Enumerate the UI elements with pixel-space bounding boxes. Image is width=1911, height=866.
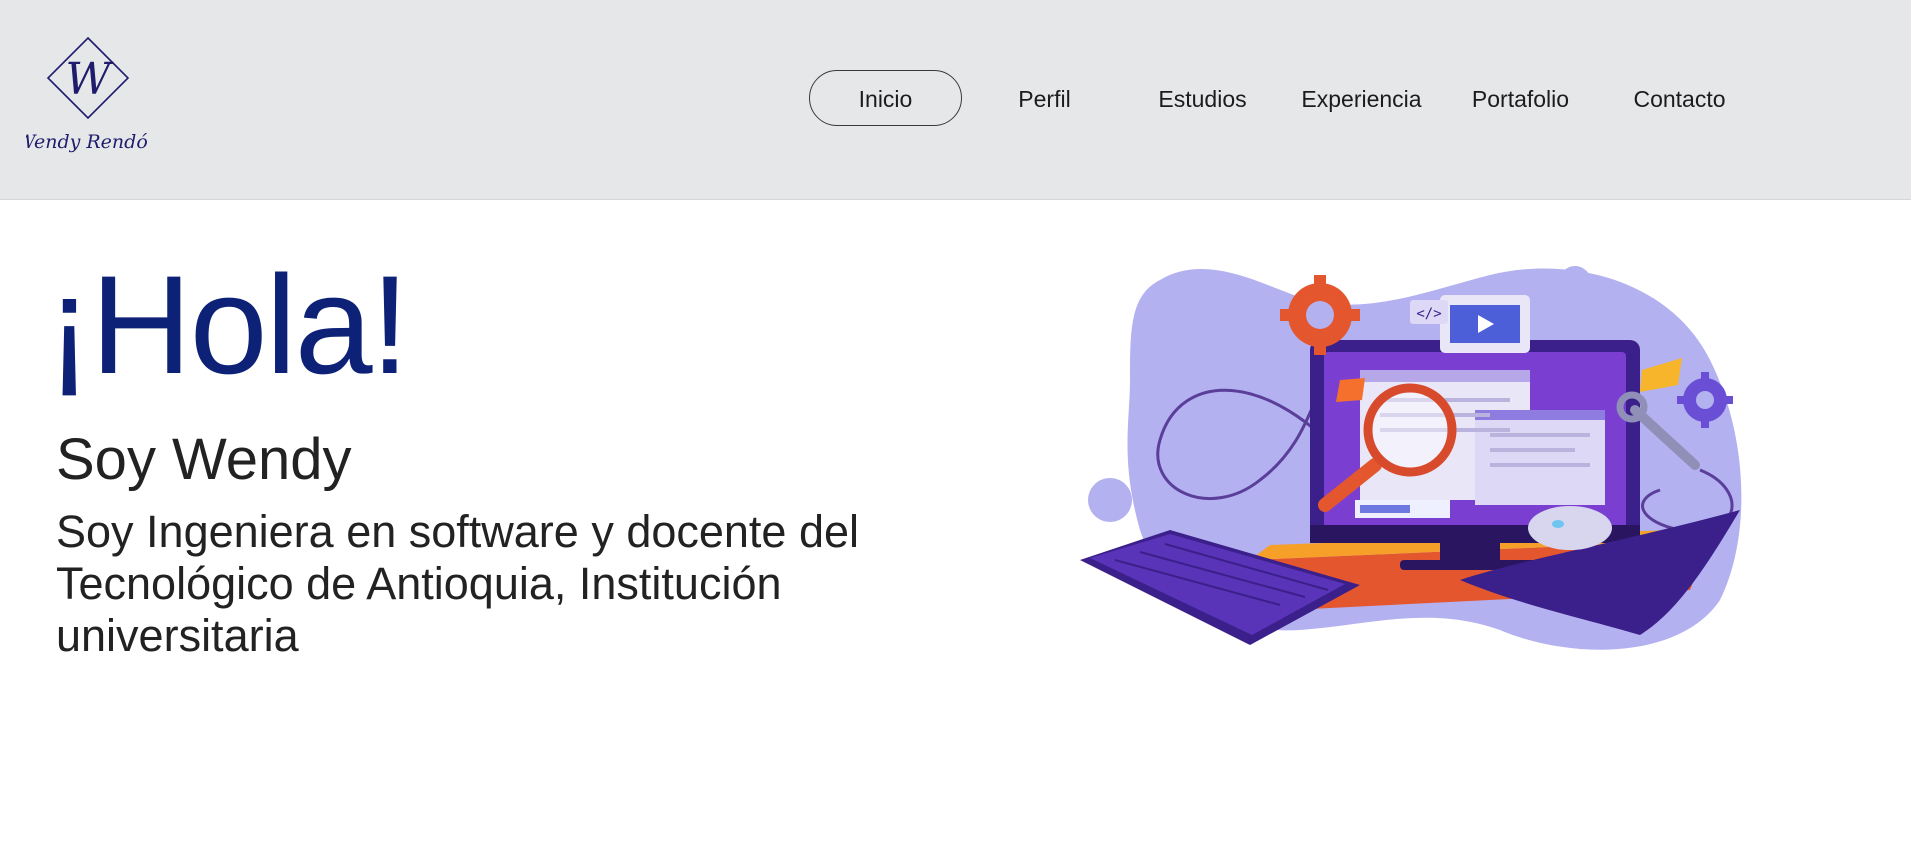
hero-illustration: </>: [1070, 260, 1770, 660]
code-icon: </>: [1410, 300, 1448, 324]
nav-experiencia[interactable]: Experiencia: [1285, 70, 1438, 126]
mouse-icon: [1528, 506, 1612, 550]
small-blob: [1088, 478, 1132, 522]
small-blob: [1559, 266, 1591, 298]
hero-name: Soy Wendy: [56, 427, 352, 492]
nav-portafolio[interactable]: Portafolio: [1444, 70, 1597, 126]
hero-section: ¡Hola! Soy Wendy Soy Ingeniera en softwa…: [0, 200, 1911, 866]
main-nav: Inicio Perfil Estudios Experiencia Porta…: [0, 70, 1911, 128]
hero-description: Soy Ingeniera en software y docente del …: [56, 506, 860, 661]
svg-text:</>: </>: [1416, 306, 1441, 322]
logo-signature: Wendy Rendón: [26, 131, 148, 153]
nav-inicio[interactable]: Inicio: [809, 70, 962, 126]
site-header: W Wendy Rendón Inicio Perfil Estudios Ex…: [0, 0, 1911, 200]
nav-contacto[interactable]: Contacto: [1603, 70, 1756, 126]
hero-greeting: ¡Hola!: [46, 246, 409, 403]
tag-shape: [1336, 378, 1365, 402]
play-icon: [1440, 295, 1530, 353]
nav-estudios[interactable]: Estudios: [1126, 70, 1279, 126]
nav-perfil[interactable]: Perfil: [968, 70, 1121, 126]
computer-illustration: </>: [1080, 266, 1742, 650]
